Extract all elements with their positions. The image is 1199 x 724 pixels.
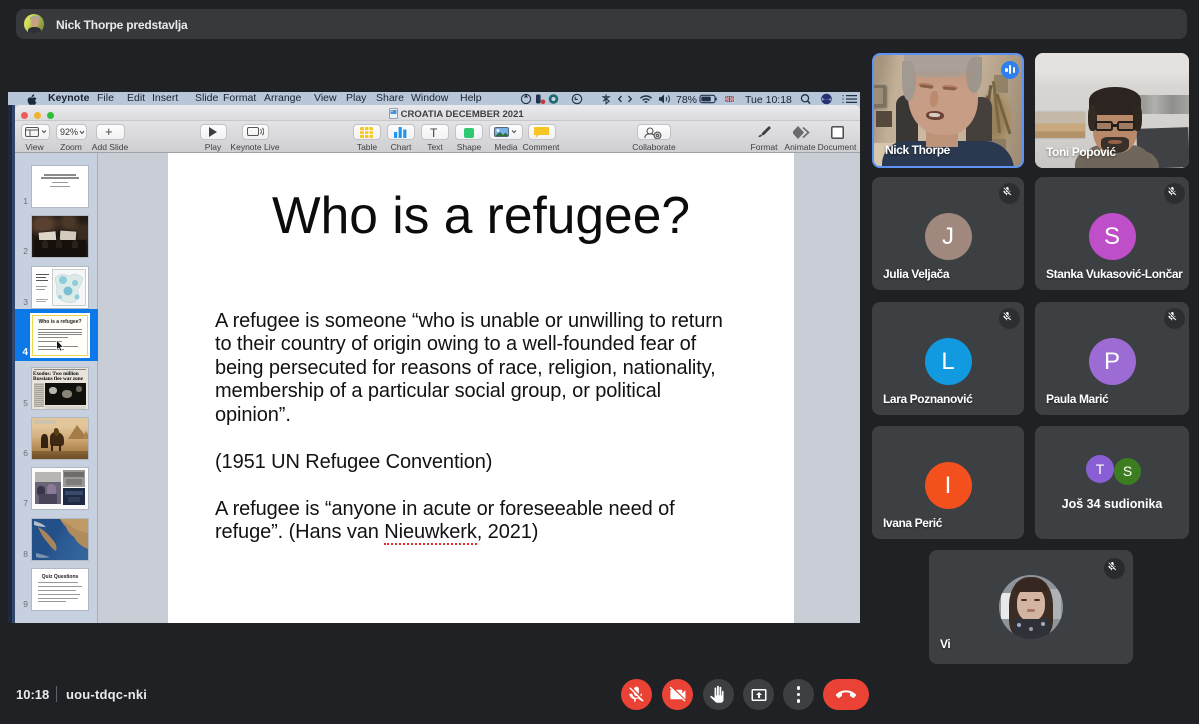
svg-text:Tue 10:18: Tue 10:18 <box>745 93 792 104</box>
svg-text:78%: 78% <box>676 93 697 104</box>
